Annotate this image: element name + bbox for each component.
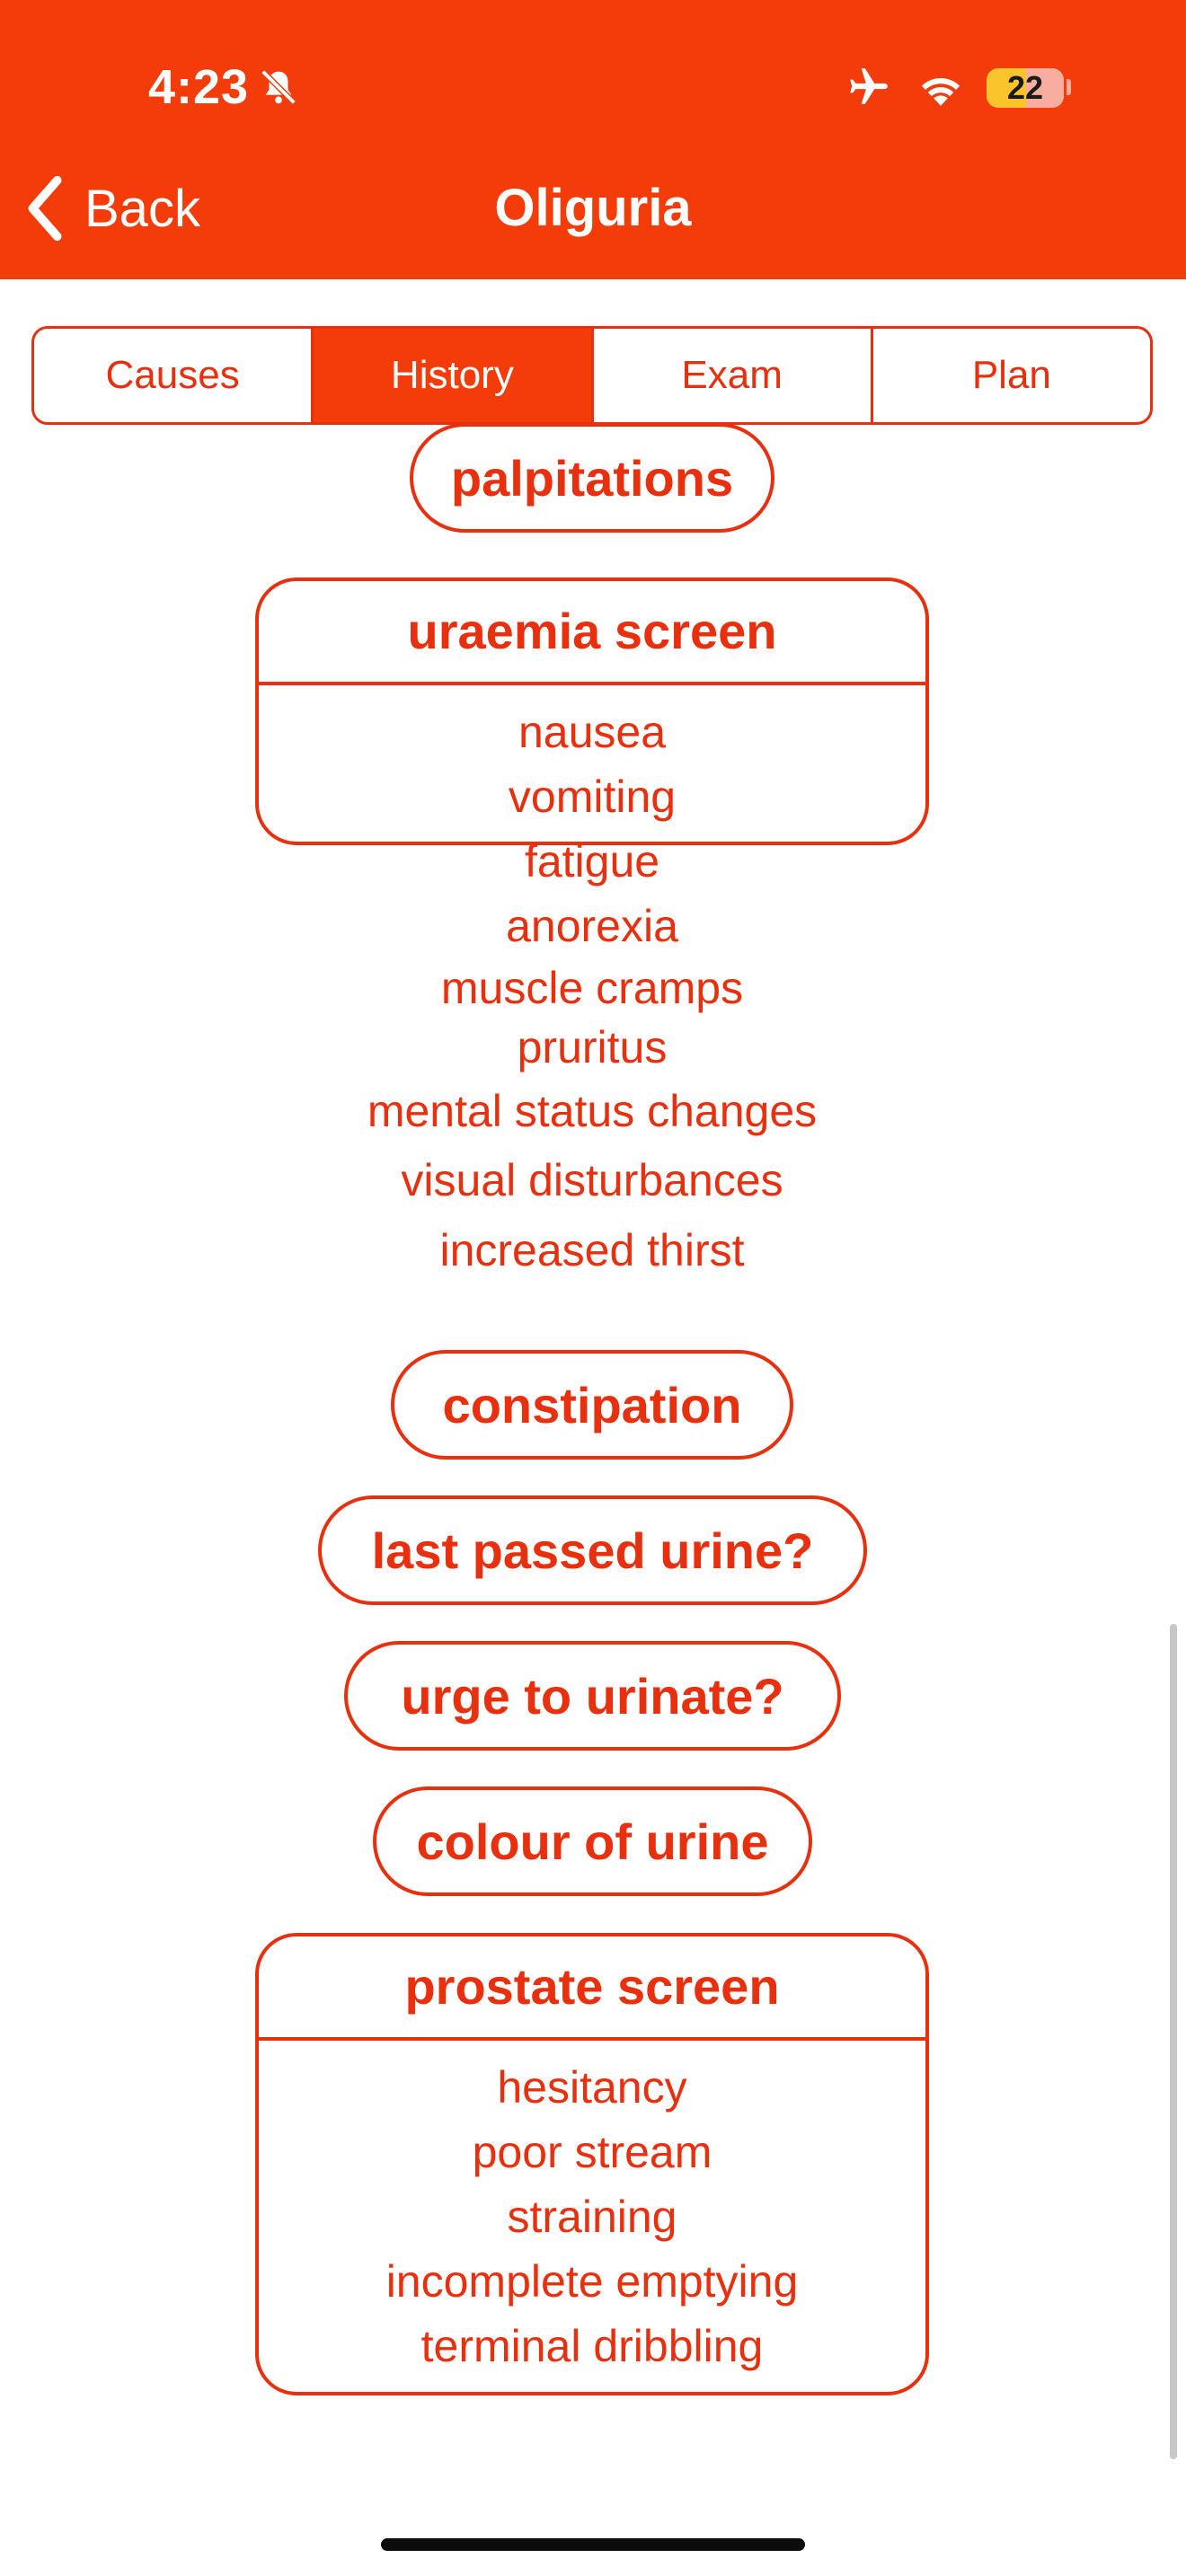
battery-level: 22 (1006, 69, 1044, 106)
list-item: mental status changes (367, 1086, 818, 1136)
tab-history[interactable]: History (311, 329, 591, 422)
tab-plan[interactable]: Plan (870, 329, 1150, 422)
battery-icon: 22 (987, 68, 1064, 108)
scrollbar[interactable] (1170, 1624, 1177, 2459)
home-indicator[interactable] (381, 2538, 805, 2551)
uraemia-screen-group[interactable]: uraemia screen nausea vomiting fatigue a… (255, 578, 929, 1275)
list-item: increased thirst (439, 1225, 745, 1275)
status-time: 4:23 (148, 60, 250, 114)
history-item-colour-of-urine[interactable]: colour of urine (373, 1786, 812, 1896)
segmented-tabs: Causes History Exam Plan (31, 326, 1153, 425)
list-item: incomplete emptying (385, 2256, 799, 2307)
prostate-screen-items: hesitancy poor stream straining incomple… (259, 2041, 925, 2378)
list-item: pruritus (517, 1022, 668, 1072)
uraemia-screen-title: uraemia screen (259, 581, 925, 685)
list-item: nausea (518, 707, 667, 757)
wifi-icon (921, 78, 960, 106)
prostate-screen-title: prostate screen (259, 1936, 925, 2041)
bell-slash-icon (261, 69, 296, 105)
list-item: vomiting (508, 772, 677, 822)
history-item-palpitations[interactable]: palpitations (410, 425, 774, 533)
list-item: hesitancy (497, 2062, 687, 2113)
tab-causes[interactable]: Causes (34, 329, 311, 422)
history-item-constipation[interactable]: constipation (391, 1350, 793, 1460)
list-item: poor stream (472, 2127, 712, 2177)
list-item: muscle cramps (440, 963, 744, 1013)
tab-exam[interactable]: Exam (590, 329, 871, 422)
prostate-screen-group[interactable]: prostate screen hesitancy poor stream st… (255, 1933, 929, 2395)
navigation-header: 4:23 22 Back Oliguria (0, 0, 1186, 279)
list-item: anorexia (506, 901, 678, 951)
list-item: straining (507, 2192, 677, 2242)
history-item-last-passed-urine[interactable]: last passed urine? (318, 1495, 867, 1605)
history-scroll-view[interactable]: palpitations uraemia screen nausea vomit… (0, 425, 1186, 2446)
page-title: Oliguria (494, 179, 692, 237)
uraemia-screen-items: nausea vomiting fatigue anorexia muscle … (259, 685, 925, 1285)
list-item: visual disturbances (401, 1155, 783, 1205)
history-item-urge-to-urinate[interactable]: urge to urinate? (344, 1641, 841, 1751)
airplane-icon (850, 68, 888, 104)
list-item: fatigue (524, 836, 660, 887)
list-item: terminal dribbling (420, 2321, 764, 2371)
